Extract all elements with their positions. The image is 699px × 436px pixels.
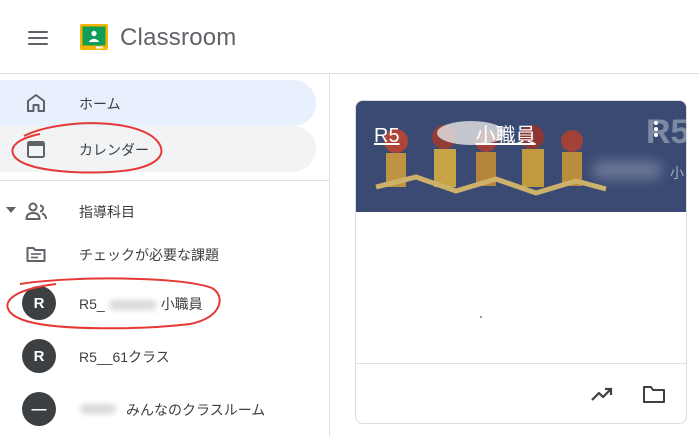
class-name-suffix: 小職員 — [160, 296, 203, 312]
collapse-arrow-icon[interactable] — [6, 207, 16, 213]
app-header: Classroom — [0, 0, 699, 74]
class-card-title-suffix: 小職員 — [475, 125, 536, 147]
more-options-button[interactable] — [644, 117, 668, 141]
people-icon — [24, 199, 48, 223]
redacted-text — [80, 404, 116, 414]
sidebar-divider — [0, 180, 330, 181]
class-item-61[interactable]: R R5__61クラス — [0, 331, 316, 381]
trending-up-icon — [591, 387, 613, 401]
sidebar-item-calendar[interactable]: カレンダー — [0, 126, 316, 172]
sidebar-item-label: カレンダー — [79, 142, 149, 158]
home-icon — [24, 91, 48, 115]
gradebook-button[interactable] — [588, 380, 616, 408]
class-name: R5__61クラス — [79, 349, 170, 365]
class-name: みんなのクラスルーム — [126, 402, 266, 418]
sidebar-item-label: 指導科目 — [79, 204, 135, 220]
card-dot — [480, 316, 482, 318]
main-menu-button[interactable] — [20, 20, 56, 56]
class-card-title[interactable]: R5 小職員 — [374, 119, 536, 148]
open-folder-button[interactable] — [640, 380, 668, 408]
calendar-icon — [24, 137, 48, 161]
class-avatar: R — [22, 286, 56, 320]
sidebar-item-label: チェックが必要な課題 — [79, 247, 219, 263]
class-avatar: R — [22, 339, 56, 373]
sidebar: ホーム カレンダー 指導科目 チェックが必要な課題 R R5_ 小職員 R R5_… — [0, 74, 330, 436]
sidebar-item-teaching[interactable]: 指導科目 — [0, 188, 316, 234]
sidebar-item-label: ホーム — [79, 96, 121, 112]
folder-icon — [643, 386, 665, 403]
sidebar-item-to-review[interactable]: チェックが必要な課題 — [0, 231, 316, 277]
class-card-banner: R5 小職員 R5 小 — [356, 101, 686, 212]
banner-illustration — [356, 101, 686, 212]
class-item-staff[interactable]: R R5_ 小職員 — [0, 278, 316, 328]
redacted-text — [592, 161, 662, 179]
card-watermark-small: 小 — [670, 165, 684, 181]
class-avatar: — — [22, 392, 56, 426]
class-card[interactable]: R5 小職員 R5 小 — [355, 100, 687, 424]
class-card-title-prefix: R5 — [374, 125, 400, 147]
app-title: Classroom — [120, 24, 237, 51]
redacted-text — [108, 300, 157, 311]
menu-icon-bar-2 — [28, 37, 48, 39]
class-name: R5_ 小職員 — [79, 294, 203, 314]
todo-folder-icon — [24, 242, 48, 266]
menu-icon-bar-3 — [28, 43, 48, 45]
main-content: R5 小職員 R5 小 — [331, 74, 699, 436]
menu-icon-bar-1 — [28, 31, 48, 33]
sidebar-item-home[interactable]: ホーム — [0, 80, 316, 126]
class-item-everyone[interactable]: — みんなのクラスルーム — [0, 384, 316, 434]
class-name-prefix: R5_ — [79, 296, 105, 312]
classroom-logo-icon[interactable] — [80, 24, 108, 50]
class-card-footer — [356, 363, 686, 423]
